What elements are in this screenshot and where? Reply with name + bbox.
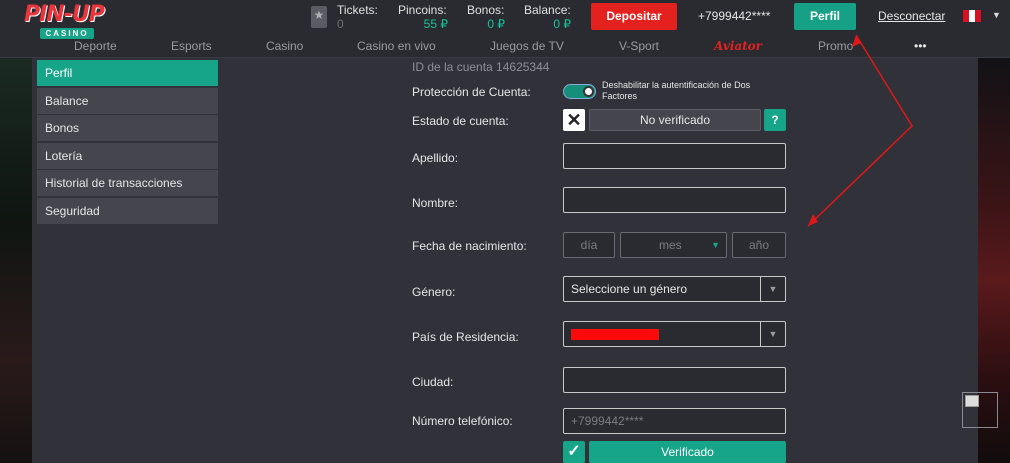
star-icon[interactable]: ★	[311, 6, 327, 28]
logout-link[interactable]: Desconectar	[878, 9, 945, 23]
background-left-image	[0, 58, 32, 463]
stat-value: 0 ₽	[553, 17, 571, 31]
stat-label: Pincoins:	[398, 3, 447, 17]
chevron-down-icon: ▼	[760, 322, 785, 346]
sidebar-item-historial[interactable]: Historial de transacciones	[37, 170, 218, 196]
surname-input[interactable]	[563, 143, 786, 169]
stat-label: Bonos:	[467, 3, 505, 17]
gender-label: Género:	[412, 285, 456, 299]
stat-value: 55 ₽	[423, 17, 448, 31]
phone-input[interactable]: +7999442****	[563, 408, 786, 434]
main-nav: Deporte Esports Casino Casino en vivo Ju…	[0, 34, 1010, 58]
nav-item-promo[interactable]: Promo	[818, 39, 853, 53]
country-label: País de Residencia:	[412, 330, 519, 344]
two-factor-text: Deshabilitar la autentificación de Dos F…	[602, 80, 751, 101]
city-label: Ciudad:	[412, 375, 454, 389]
sidebar-item-seguridad[interactable]: Seguridad	[37, 197, 218, 224]
more-icon[interactable]: •••	[914, 39, 927, 53]
nav-item-casino[interactable]: Casino	[266, 39, 303, 53]
sidebar-item-perfil[interactable]: Perfil	[37, 60, 218, 86]
two-factor-toggle[interactable]	[563, 84, 596, 99]
broken-image-icon[interactable]	[962, 392, 998, 428]
check-icon: ✓	[563, 441, 585, 463]
stat-pincoins[interactable]: Pincoins: 55 ₽	[398, 3, 448, 31]
help-button[interactable]: ?	[764, 109, 786, 131]
nav-item-v-sport[interactable]: V-Sport	[619, 39, 659, 53]
stat-value: 0 ₽	[487, 17, 505, 31]
nav-item-aviator[interactable]: Aviator	[714, 39, 762, 53]
header: PIN-UP CASINO ★ Tickets: 0 Pincoins: 55 …	[0, 0, 1010, 58]
phone-label: Número telefónico:	[412, 414, 513, 428]
stat-label: Tickets:	[337, 3, 378, 17]
stat-tickets[interactable]: Tickets: 0	[337, 3, 378, 31]
nav-item-casino-en-vivo[interactable]: Casino en vivo	[357, 39, 436, 53]
birth-month-placeholder: mes	[659, 238, 682, 252]
birth-month-select[interactable]: mes ▼	[620, 232, 727, 258]
sidebar-item-balance[interactable]: Balance	[37, 87, 218, 114]
profile-sidebar: Perfil Balance Bonos Lotería Historial d…	[37, 60, 218, 225]
redacted-mark	[571, 329, 659, 340]
chevron-down-icon[interactable]: ▼	[992, 10, 1001, 20]
nav-item-esports[interactable]: Esports	[171, 39, 212, 53]
deposit-button[interactable]: Depositar	[591, 3, 677, 30]
city-input[interactable]	[563, 367, 786, 393]
toggle-knob	[583, 86, 594, 97]
gender-value: Seleccione un género	[571, 282, 688, 296]
close-icon: ✕	[563, 109, 585, 131]
surname-label: Apellido:	[412, 151, 459, 165]
chevron-down-icon: ▼	[711, 240, 720, 250]
nav-item-deporte[interactable]: Deporte	[74, 39, 117, 53]
status-label: Estado de cuenta:	[412, 114, 509, 128]
stat-label: Balance:	[524, 3, 571, 17]
nav-item-juegos-de-tv[interactable]: Juegos de TV	[490, 39, 564, 53]
user-phone: +7999442****	[698, 9, 771, 23]
status-badge: No verificado	[589, 109, 761, 131]
stat-value: 0	[337, 17, 344, 31]
verified-button[interactable]: Verificado	[589, 441, 786, 463]
country-select[interactable]: ▼	[563, 321, 786, 347]
gender-select[interactable]: Seleccione un género ▼	[563, 276, 786, 302]
stat-bonos[interactable]: Bonos: 0 ₽	[467, 3, 505, 31]
sidebar-item-loteria[interactable]: Lotería	[37, 142, 218, 169]
birth-label: Fecha de nacimiento:	[412, 239, 527, 253]
logo[interactable]: PIN-UP CASINO	[24, 2, 110, 39]
birth-year-input[interactable]: año	[732, 232, 786, 258]
name-label: Nombre:	[412, 196, 459, 210]
name-input[interactable]	[563, 187, 786, 213]
stat-balance[interactable]: Balance: 0 ₽	[524, 3, 571, 31]
chevron-down-icon: ▼	[760, 277, 785, 301]
logo-text: PIN-UP	[24, 2, 105, 27]
birth-day-input[interactable]: día	[563, 232, 615, 258]
sidebar-item-bonos[interactable]: Bonos	[37, 115, 218, 141]
protection-label: Protección de Cuenta:	[412, 85, 531, 99]
profile-button[interactable]: Perfil	[794, 3, 856, 30]
flag-icon[interactable]	[963, 10, 981, 22]
account-id: ID de la cuenta 14625344	[412, 60, 550, 74]
